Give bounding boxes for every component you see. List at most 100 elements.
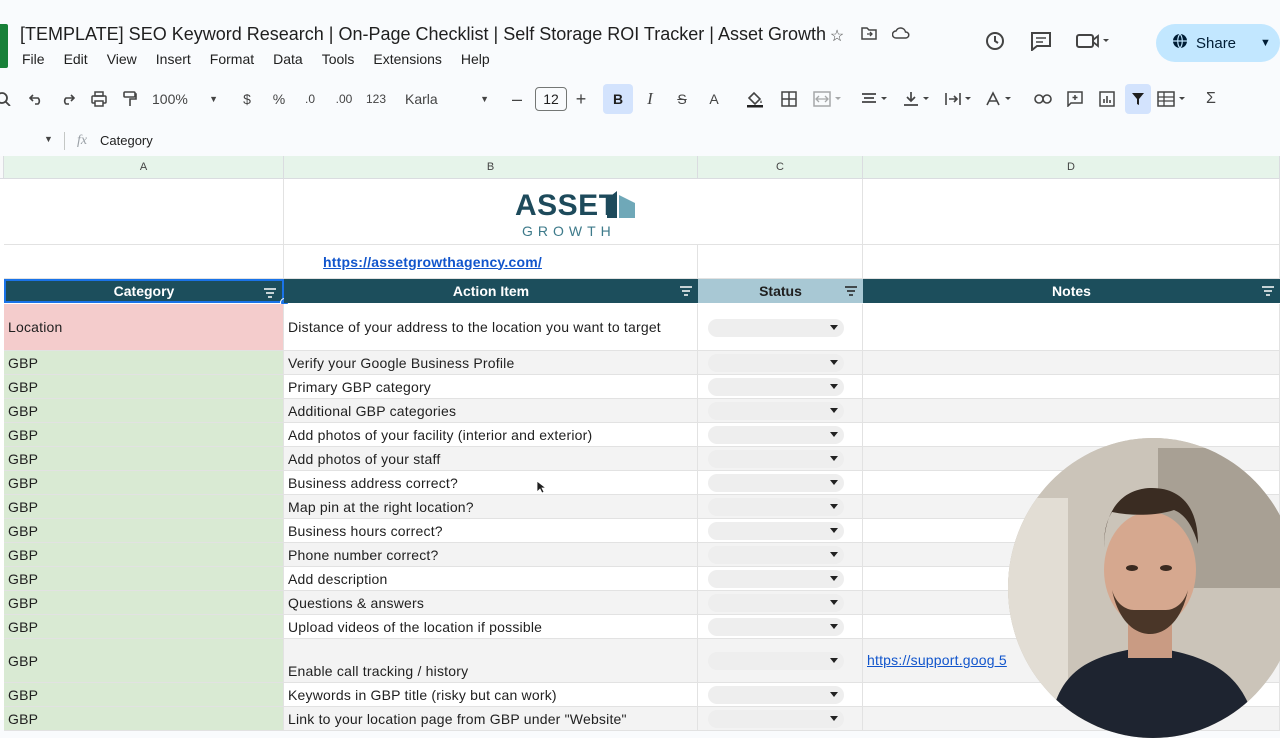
status-cell[interactable]: [698, 519, 863, 543]
wrap-icon[interactable]: [944, 84, 976, 114]
text-color-icon[interactable]: A: [704, 84, 724, 114]
cell-c2[interactable]: [698, 245, 863, 279]
status-dropdown[interactable]: [708, 498, 844, 516]
functions-icon[interactable]: Σ: [1202, 84, 1220, 114]
menu-format[interactable]: Format: [210, 51, 254, 67]
status-cell[interactable]: [698, 639, 863, 683]
print-icon[interactable]: [89, 84, 109, 114]
header-status[interactable]: Status: [698, 279, 863, 303]
menu-help[interactable]: Help: [461, 51, 490, 67]
status-dropdown[interactable]: [708, 402, 844, 420]
status-cell[interactable]: [698, 567, 863, 591]
menu-file[interactable]: File: [22, 51, 45, 67]
status-dropdown[interactable]: [708, 354, 844, 372]
status-dropdown[interactable]: [708, 618, 844, 636]
zoom-select[interactable]: 100% ▼: [152, 84, 218, 114]
status-dropdown[interactable]: [708, 686, 844, 704]
status-cell[interactable]: [698, 683, 863, 707]
move-icon[interactable]: [860, 26, 878, 46]
document-title[interactable]: [TEMPLATE] SEO Keyword Research | On-Pag…: [20, 24, 826, 45]
notes-link[interactable]: https://support.goog 5: [867, 651, 1017, 670]
borders-icon[interactable]: [778, 84, 800, 114]
notes-cell[interactable]: [863, 399, 1280, 423]
action-item-cell[interactable]: Enable call tracking / history: [284, 639, 698, 683]
filter-icon[interactable]: [845, 286, 857, 296]
menu-view[interactable]: View: [107, 51, 137, 67]
status-cell[interactable]: [698, 447, 863, 471]
menu-extensions[interactable]: Extensions: [373, 51, 441, 67]
action-item-cell[interactable]: Verify your Google Business Profile: [284, 351, 698, 375]
category-cell[interactable]: GBP: [4, 375, 284, 399]
category-cell[interactable]: GBP: [4, 399, 284, 423]
status-dropdown[interactable]: [708, 319, 844, 337]
action-item-cell[interactable]: Business address correct?: [284, 471, 698, 495]
strikethrough-icon[interactable]: S: [672, 84, 692, 114]
paint-format-icon[interactable]: [120, 84, 140, 114]
currency-format-button[interactable]: $: [238, 84, 256, 114]
column-header-a[interactable]: A: [4, 156, 284, 179]
status-cell[interactable]: [698, 707, 863, 731]
logo-cell[interactable]: ASSET GROWTH: [284, 179, 863, 245]
filter-icon[interactable]: [264, 288, 276, 298]
action-item-cell[interactable]: Distance of your address to the location…: [284, 304, 698, 351]
action-item-cell[interactable]: Upload videos of the location if possibl…: [284, 615, 698, 639]
status-cell[interactable]: [698, 471, 863, 495]
font-select[interactable]: Karla ▼: [405, 84, 489, 114]
notes-cell[interactable]: [863, 423, 1280, 447]
status-cell[interactable]: [698, 591, 863, 615]
share-button[interactable]: Share ▼: [1156, 24, 1280, 62]
menu-tools[interactable]: Tools: [322, 51, 355, 67]
status-cell[interactable]: [698, 423, 863, 447]
status-cell[interactable]: [698, 399, 863, 423]
status-dropdown[interactable]: [708, 652, 844, 670]
status-cell[interactable]: [698, 351, 863, 375]
url-cell[interactable]: https://assetgrowthagency.com/: [284, 245, 698, 279]
status-dropdown[interactable]: [708, 378, 844, 396]
cell-a2[interactable]: [4, 245, 284, 279]
status-dropdown[interactable]: [708, 710, 844, 728]
increase-decimal-button[interactable]: .00: [332, 84, 356, 114]
status-cell[interactable]: [698, 304, 863, 351]
action-item-cell[interactable]: Add description: [284, 567, 698, 591]
cell-a1[interactable]: [4, 179, 284, 245]
action-item-cell[interactable]: Primary GBP category: [284, 375, 698, 399]
column-header-d[interactable]: D: [863, 156, 1280, 179]
cell-d2[interactable]: [863, 245, 1280, 279]
table-icon[interactable]: [1156, 84, 1190, 114]
merge-icon[interactable]: [810, 84, 846, 114]
category-cell[interactable]: GBP: [4, 567, 284, 591]
column-header-b[interactable]: B: [284, 156, 698, 179]
font-size-input[interactable]: 12: [534, 84, 568, 114]
italic-icon[interactable]: I: [640, 84, 660, 114]
align-icon[interactable]: [860, 84, 892, 114]
agency-url-link[interactable]: https://assetgrowthagency.com/: [323, 254, 542, 270]
rotate-icon[interactable]: [984, 84, 1016, 114]
category-cell[interactable]: GBP: [4, 519, 284, 543]
meet-icon[interactable]: [1076, 32, 1110, 56]
action-item-cell[interactable]: Phone number correct?: [284, 543, 698, 567]
status-dropdown[interactable]: [708, 570, 844, 588]
name-box-chevron-icon[interactable]: ▼: [44, 134, 53, 144]
filter-icon[interactable]: [680, 286, 692, 296]
category-cell[interactable]: GBP: [4, 471, 284, 495]
status-dropdown[interactable]: [708, 450, 844, 468]
fill-color-icon[interactable]: [744, 84, 766, 114]
star-icon[interactable]: ☆: [828, 26, 846, 46]
category-cell[interactable]: Location: [4, 304, 284, 351]
header-category[interactable]: Category: [4, 279, 284, 303]
category-cell[interactable]: GBP: [4, 447, 284, 471]
chevron-down-icon[interactable]: ▼: [1260, 37, 1271, 49]
column-header-c[interactable]: C: [698, 156, 863, 179]
action-item-cell[interactable]: Additional GBP categories: [284, 399, 698, 423]
cell-d1[interactable]: [863, 179, 1280, 245]
status-dropdown[interactable]: [708, 546, 844, 564]
category-cell[interactable]: GBP: [4, 543, 284, 567]
decrease-decimal-button[interactable]: .0: [298, 84, 322, 114]
undo-icon[interactable]: [26, 84, 46, 114]
percent-format-button[interactable]: %: [270, 84, 288, 114]
status-cell[interactable]: [698, 495, 863, 519]
increase-font-size-button[interactable]: +: [572, 84, 590, 114]
chart-icon[interactable]: [1096, 84, 1118, 114]
decrease-font-size-button[interactable]: –: [508, 84, 526, 114]
category-cell[interactable]: GBP: [4, 615, 284, 639]
